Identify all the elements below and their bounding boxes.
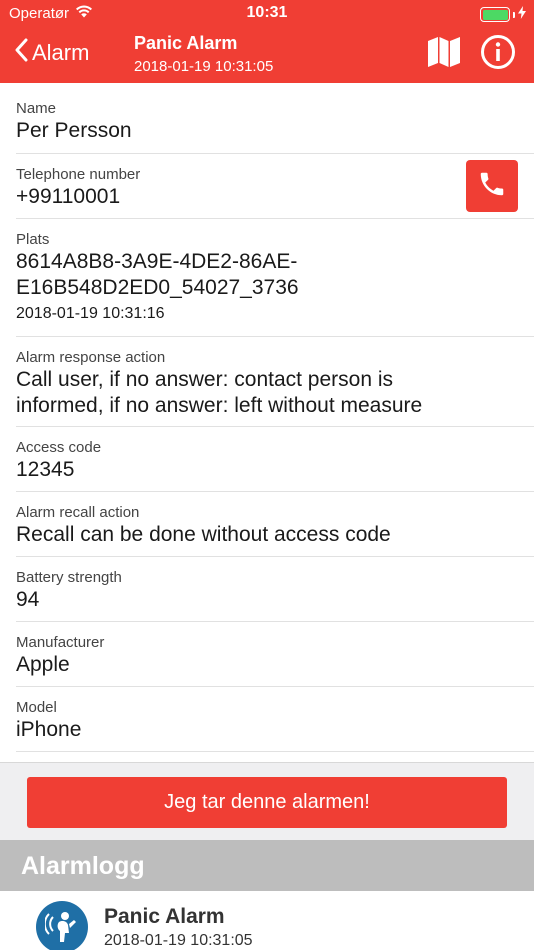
alarm-details: Name Per Persson Telephone number +99110… [0,83,534,752]
map-icon [427,36,461,73]
nav-title: Panic Alarm 2018-01-19 10:31:05 [134,33,273,75]
field-telephone: Telephone number +99110001 [16,154,534,219]
take-alarm-button[interactable]: Jeg tar denne alarmen! [27,777,507,828]
alarm-log-item[interactable]: Panic Alarm 2018-01-19 10:31:05 [0,891,534,950]
field-name: Name Per Persson [16,83,534,154]
nav-actions [426,34,516,75]
field-value: 94 [16,588,40,611]
field-location: Plats 8614A8B8-3A9E-4DE2-86AE- E16B548D2… [16,219,534,337]
field-label: Plats [16,231,50,248]
chevron-left-icon [14,38,28,68]
battery-indicator [480,6,526,23]
field-manufacturer: Manufacturer Apple [16,622,534,687]
field-value-line: Call user, if no answer: contact person … [16,368,394,391]
page-subtitle: 2018-01-19 10:31:05 [134,58,274,75]
navigation-bar: Alarm Panic Alarm 2018-01-19 10:31:05 [0,28,534,83]
alarm-log-time: 2018-01-19 10:31:05 [104,932,253,949]
field-value: Apple [16,653,70,676]
back-button[interactable]: Alarm [14,38,89,68]
field-value: Recall can be done without access code [16,523,391,546]
back-label: Alarm [32,40,90,65]
field-label: Model [16,699,57,716]
field-label: Access code [16,439,102,456]
field-response-action: Alarm response action Call user, if no a… [16,337,534,427]
call-button[interactable] [466,160,518,212]
alarm-log-title: Panic Alarm [104,905,225,928]
alarm-log-text: Panic Alarm 2018-01-19 10:31:05 [104,905,253,950]
field-value: +99110001 [16,185,121,208]
field-recall-action: Alarm recall action Recall can be done w… [16,492,534,557]
field-value-line: 8614A8B8-3A9E-4DE2-86AE- [16,250,298,273]
field-location-time: 2018-01-19 10:31:16 [16,305,165,322]
field-label: Alarm recall action [16,504,140,521]
field-value: iPhone [16,718,82,741]
field-value-line: informed, if no answer: left without mea… [16,394,423,417]
battery-icon [480,7,510,22]
info-button[interactable] [480,34,516,75]
field-value-line: E16B548D2ED0_54027_3736 [16,276,299,299]
status-bar: Operatør 10:31 [0,0,534,28]
field-label: Telephone number [16,166,141,183]
field-label: Manufacturer [16,634,105,651]
field-access-code: Access code 12345 [16,427,534,492]
map-button[interactable] [426,36,462,72]
phone-icon [477,169,507,204]
alarm-log-header: Alarmlogg [0,840,534,891]
field-value: 12345 [16,458,75,481]
top-bar: Operatør 10:31 Alarm Panic Alarm 2018-01… [0,0,534,83]
field-value: Per Persson [16,119,132,142]
field-model: Model iPhone [16,687,534,752]
page-title: Panic Alarm [134,33,238,53]
charging-bolt-icon [518,6,526,23]
field-label: Name [16,100,57,117]
field-label: Alarm response action [16,349,166,366]
info-icon [480,34,516,75]
panic-person-icon [36,901,88,950]
field-battery: Battery strength 94 [16,557,534,622]
field-label: Battery strength [16,569,122,586]
status-time: 10:31 [246,4,288,21]
action-area: Jeg tar denne alarmen! [0,762,534,840]
